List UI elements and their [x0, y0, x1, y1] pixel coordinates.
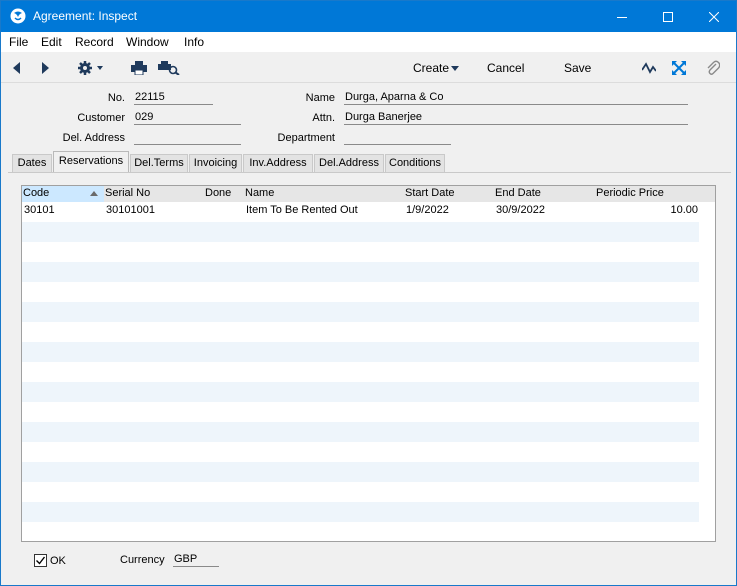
no-label: No. [107, 92, 125, 104]
attn-field[interactable]: Durga Banerjee [344, 111, 688, 125]
previous-record-button[interactable] [9, 52, 25, 83]
card-tabs: Dates Reservations Del.Terms Invoicing I… [1, 151, 736, 173]
toolbar: Create Cancel Save [1, 52, 736, 83]
cell-code[interactable]: 30101 [24, 204, 55, 216]
app-logo-icon [10, 8, 26, 24]
save-button[interactable]: Save [564, 61, 591, 75]
create-button[interactable]: Create [413, 61, 449, 75]
checkmark-icon [36, 556, 46, 565]
activity-button[interactable] [641, 52, 657, 83]
title-bar: Agreement: Inspect [1, 1, 736, 32]
arrow-right-icon [42, 61, 49, 74]
customer-field[interactable]: 029 [134, 111, 241, 125]
paperclip-icon [707, 60, 720, 75]
del-address-field[interactable] [134, 131, 241, 145]
cell-periodic-price[interactable]: 10.00 [618, 204, 698, 216]
column-header-done[interactable]: Done [205, 187, 231, 199]
print-button[interactable] [130, 52, 148, 83]
menu-file[interactable]: File [9, 35, 28, 49]
close-icon [709, 11, 719, 22]
name-field[interactable]: Durga, Aparna & Co [344, 91, 688, 105]
minimize-button[interactable] [599, 1, 645, 32]
reservations-grid[interactable]: Code Serial No Done Name Start Date End … [21, 185, 716, 542]
menu-record[interactable]: Record [75, 35, 114, 49]
currency-field[interactable]: GBP [173, 553, 219, 567]
create-dropdown-icon[interactable] [451, 66, 459, 71]
column-header-name[interactable]: Name [245, 187, 274, 199]
grid-row-stripe[interactable] [22, 422, 699, 442]
next-record-button[interactable] [37, 52, 53, 83]
ok-label: OK [50, 555, 66, 567]
arrow-left-icon [13, 61, 20, 74]
ok-checkbox[interactable] [34, 554, 47, 567]
attachment-button[interactable] [705, 52, 721, 83]
tab-dates[interactable]: Dates [12, 154, 52, 172]
maximize-button[interactable] [645, 1, 691, 32]
cell-start-date[interactable]: 1/9/2022 [406, 204, 449, 216]
grid-row-stripe[interactable] [22, 302, 699, 322]
customer-label: Customer [77, 112, 125, 124]
grid-row-stripe[interactable] [22, 222, 699, 242]
expand-arrows-icon [672, 60, 686, 75]
tab-inv-address[interactable]: Inv.Address [243, 154, 313, 172]
department-field[interactable] [344, 131, 451, 145]
maximize-icon [663, 11, 673, 22]
department-label: Department [277, 132, 335, 144]
expand-button[interactable] [671, 52, 687, 83]
del-address-label: Del. Address [62, 132, 125, 144]
gear-icon [78, 60, 103, 75]
cell-name[interactable]: Item To Be Rented Out [246, 204, 358, 216]
grid-row-stripe[interactable] [22, 342, 699, 362]
agreement-header: No. 22115 Customer 029 Del. Address Name… [1, 83, 736, 151]
cancel-button[interactable]: Cancel [487, 61, 524, 75]
menu-window[interactable]: Window [126, 35, 169, 49]
tab-invoicing[interactable]: Invoicing [189, 154, 242, 172]
tab-del-terms[interactable]: Del.Terms [130, 154, 188, 172]
tab-del-address[interactable]: Del.Address [314, 154, 384, 172]
grid-header: Code Serial No Done Name Start Date End … [22, 186, 715, 202]
grid-row-stripe[interactable] [22, 462, 699, 482]
column-header-serial-no[interactable]: Serial No [105, 187, 150, 199]
attn-label: Attn. [312, 112, 335, 124]
cell-serial-no[interactable]: 30101001 [106, 204, 155, 216]
sort-ascending-icon [90, 191, 98, 196]
tab-conditions[interactable]: Conditions [385, 154, 445, 172]
currency-label: Currency [120, 554, 165, 566]
column-header-periodic-price[interactable]: Periodic Price [596, 187, 664, 199]
grid-row-stripe[interactable] [22, 502, 699, 522]
grid-row-stripe[interactable] [22, 382, 699, 402]
window-title: Agreement: Inspect [33, 9, 138, 23]
menu-bar: File Edit Record Window Info [1, 32, 736, 52]
column-header-start-date[interactable]: Start Date [405, 187, 455, 199]
minimize-icon [617, 16, 627, 18]
tab-reservations[interactable]: Reservations [53, 151, 129, 173]
no-field[interactable]: 22115 [134, 91, 213, 105]
grid-row-stripe[interactable] [22, 262, 699, 282]
footer: OK Currency GBP [0, 552, 735, 584]
print-preview-button[interactable] [158, 52, 180, 83]
operations-menu-button[interactable] [75, 52, 107, 83]
close-button[interactable] [691, 1, 737, 32]
name-label: Name [305, 92, 335, 104]
menu-info[interactable]: Info [184, 35, 204, 49]
activity-pulse-icon [642, 61, 656, 74]
cell-end-date[interactable]: 30/9/2022 [496, 204, 545, 216]
print-preview-icon [158, 60, 180, 75]
column-header-end-date[interactable]: End Date [495, 187, 541, 199]
column-header-code[interactable]: Code [23, 187, 49, 199]
printer-icon [131, 60, 147, 75]
menu-edit[interactable]: Edit [41, 35, 62, 49]
